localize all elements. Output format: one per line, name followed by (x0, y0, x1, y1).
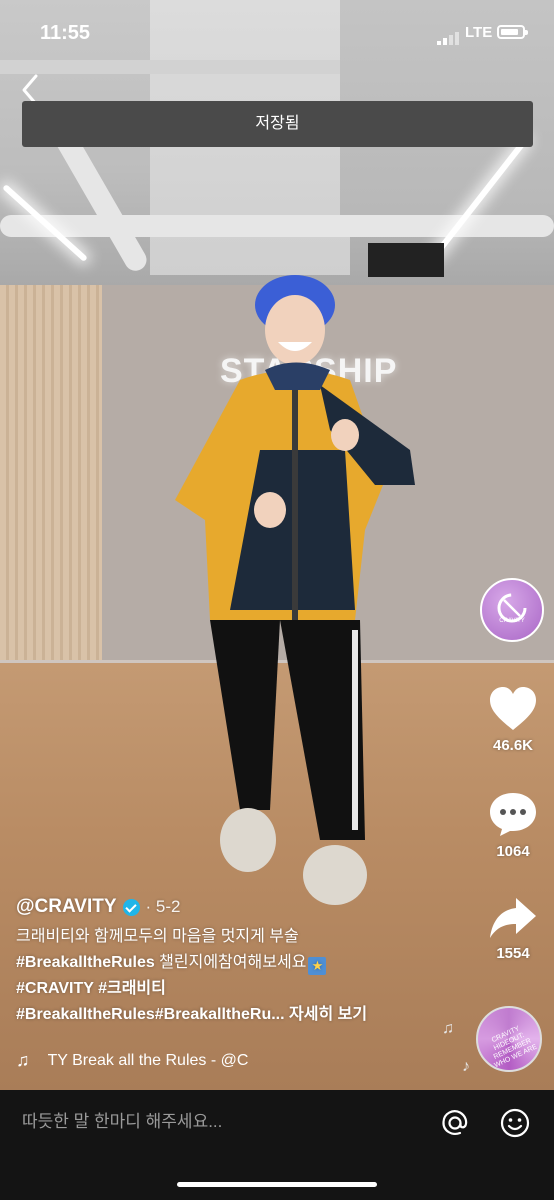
comment-bubble-icon (490, 793, 536, 836)
caption-line: #BreakalltheRules 챌린지에참여해보세요 ★ (16, 950, 446, 976)
heart-icon (490, 687, 536, 730)
floating-note-icon: ♪ (462, 1058, 470, 1075)
cravity-logo-icon (497, 593, 527, 623)
music-note-icon: ♫ (16, 1050, 30, 1070)
music-row[interactable]: ♫ TY Break all the Rules - @C (16, 1050, 316, 1071)
author-handle[interactable]: @CRAVITY (16, 896, 117, 918)
hashtag-line[interactable]: #CRAVITY #크래비티 (16, 976, 446, 1002)
floating-note-icon: ♫ (442, 1020, 454, 1037)
music-title: TY Break all the Rules - @C (47, 1051, 249, 1069)
author-row: @CRAVITY · 5-2 (16, 896, 446, 918)
comment-count: 1064 (496, 843, 530, 860)
battery-icon (497, 25, 528, 39)
duct (0, 215, 554, 237)
hashtag-link[interactable]: #BreakalltheRules (16, 954, 155, 971)
smiley-icon (500, 1108, 530, 1138)
mention-button[interactable] (440, 1108, 470, 1138)
comment-input[interactable] (20, 1108, 424, 1136)
home-indicator (177, 1182, 377, 1187)
avatar-label: CRAVITY (499, 618, 525, 624)
comment-button[interactable]: 1064 (480, 790, 546, 860)
signal-icon (437, 27, 461, 45)
wood-panel (0, 285, 102, 663)
star-emoji-icon: ★ (308, 957, 327, 975)
verified-badge-icon (122, 898, 140, 916)
share-button[interactable]: 1554 (480, 896, 546, 962)
share-arrow-icon (490, 898, 536, 938)
like-count: 46.6K (492, 737, 534, 754)
emoji-button[interactable] (500, 1108, 530, 1138)
status-time: 11:55 (40, 22, 91, 44)
caption-line: 크래비티와 함께모두의 마음을 멋지게 부술 (16, 928, 299, 945)
post-date: · 5-2 (145, 897, 181, 916)
hashtag-link[interactable]: #BreakalltheRules#BreakalltheRu... (16, 1006, 285, 1023)
video-caption: @CRAVITY · 5-2 크래비티와 함께모두의 마음을 멋지게 부술 #B… (16, 896, 446, 1028)
caption-text: 챌린지에참여해보세요 (154, 954, 307, 971)
dancer-figure (175, 275, 415, 905)
caption-line: #BreakalltheRules#BreakalltheRu... 자세히 보… (16, 1002, 446, 1028)
saved-toast: 저장됨 (22, 101, 533, 147)
creator-avatar[interactable]: CRAVITY (480, 578, 544, 642)
battery-level (501, 29, 518, 35)
share-count: 1554 (496, 945, 530, 962)
status-bar: 11:55 LTE (0, 0, 554, 64)
at-sign-icon (442, 1110, 468, 1135)
network-type: LTE (465, 24, 493, 41)
comment-bar (0, 1090, 554, 1200)
like-button[interactable]: 46.6K (480, 686, 546, 754)
see-more-link[interactable]: 자세히 보기 (285, 1006, 367, 1023)
music-disc[interactable]: CRAVITY HIDEOUT: REMEMBER WHO WE ARE (476, 1006, 542, 1072)
